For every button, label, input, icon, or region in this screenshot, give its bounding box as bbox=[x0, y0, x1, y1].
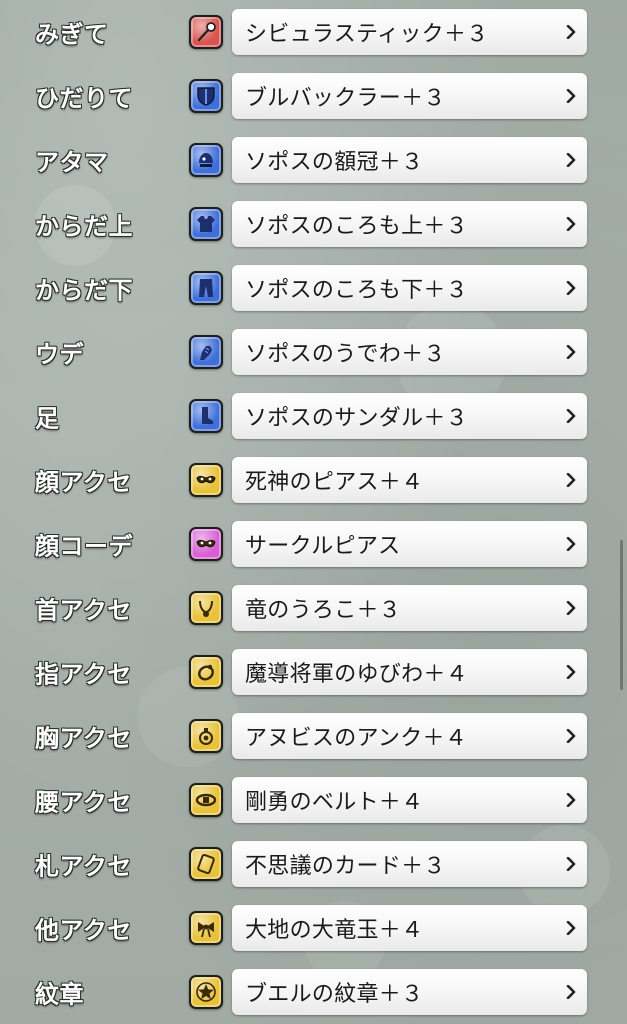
item-name: 大地の大竜玉＋４ bbox=[245, 918, 424, 943]
item-name: サークルピアス bbox=[245, 534, 401, 559]
chevron-right-icon bbox=[565, 217, 577, 231]
item-name: ソポスのうでわ＋３ bbox=[245, 342, 446, 367]
item-name: シビュラスティック＋３ bbox=[245, 22, 489, 47]
necklace-icon bbox=[189, 591, 223, 625]
item-name: 魔導将軍のゆびわ＋４ bbox=[245, 662, 469, 687]
shield-icon bbox=[189, 79, 223, 113]
item-name: ブエルの紋章＋３ bbox=[245, 982, 424, 1007]
belt-icon bbox=[189, 783, 223, 817]
chevron-right-icon bbox=[565, 409, 577, 423]
ring-icon bbox=[189, 655, 223, 689]
slot-label: 腰アクセ bbox=[35, 788, 132, 817]
equipment-row: 紋章 ブエルの紋章＋３ bbox=[0, 960, 627, 1024]
slot-label: 札アクセ bbox=[35, 852, 132, 881]
equipment-row: 足 ソポスのサンダル＋３ bbox=[0, 384, 627, 448]
item-name: ブルバックラー＋３ bbox=[245, 86, 446, 111]
equipment-item-button[interactable]: 死神のピアス＋４ bbox=[232, 457, 587, 503]
brooch-icon bbox=[189, 719, 223, 753]
chevron-right-icon bbox=[565, 153, 577, 167]
scrollbar[interactable] bbox=[620, 540, 623, 690]
equipment-item-button[interactable]: 魔導将軍のゆびわ＋４ bbox=[232, 649, 587, 695]
equipment-item-button[interactable]: ソポスの額冠＋３ bbox=[232, 137, 587, 183]
emblem-icon bbox=[189, 975, 223, 1009]
mask-icon bbox=[189, 463, 223, 497]
item-name: 竜のうろこ＋３ bbox=[245, 598, 402, 623]
shirt-icon bbox=[189, 207, 223, 241]
equipment-row: 腰アクセ 剛勇のベルト＋４ bbox=[0, 768, 627, 832]
pants-icon bbox=[189, 271, 223, 305]
item-name: アヌビスのアンク＋４ bbox=[245, 726, 468, 751]
ribbon-icon bbox=[189, 911, 223, 945]
helmet-icon bbox=[189, 143, 223, 177]
equipment-row: からだ上 ソポスのころも上＋３ bbox=[0, 192, 627, 256]
slot-label: ウデ bbox=[35, 340, 84, 369]
slot-label: アタマ bbox=[35, 148, 109, 177]
slot-label: 胸アクセ bbox=[35, 724, 132, 753]
slot-label: 顔コーデ bbox=[35, 532, 133, 561]
chevron-right-icon bbox=[565, 729, 577, 743]
equipment-item-button[interactable]: 大地の大竜玉＋４ bbox=[232, 905, 587, 951]
boots-icon bbox=[189, 399, 223, 433]
equipment-row: 他アクセ 大地の大竜玉＋４ bbox=[0, 896, 627, 960]
equipment-row: 首アクセ 竜のうろこ＋３ bbox=[0, 576, 627, 640]
equipment-row: ひだりて ブルバックラー＋３ bbox=[0, 64, 627, 128]
equipment-item-button[interactable]: サークルピアス bbox=[232, 521, 587, 567]
item-name: ソポスのころも上＋３ bbox=[245, 214, 469, 239]
equipment-item-button[interactable]: ブルバックラー＋３ bbox=[232, 73, 587, 119]
chevron-right-icon bbox=[565, 857, 577, 871]
equipment-item-button[interactable]: ソポスのころも下＋３ bbox=[232, 265, 587, 311]
equipment-item-button[interactable]: アヌビスのアンク＋４ bbox=[232, 713, 587, 759]
equipment-row: 札アクセ 不思議のカード＋３ bbox=[0, 832, 627, 896]
chevron-right-icon bbox=[565, 793, 577, 807]
gauntlet-icon bbox=[189, 335, 223, 369]
slot-label: からだ上 bbox=[35, 212, 133, 241]
slot-label: 紋章 bbox=[35, 980, 84, 1009]
equipment-row: アタマ ソポスの額冠＋３ bbox=[0, 128, 627, 192]
equipment-item-button[interactable]: シビュラスティック＋３ bbox=[232, 9, 587, 55]
equipment-row: ウデ ソポスのうでわ＋３ bbox=[0, 320, 627, 384]
item-name: 不思議のカード＋３ bbox=[245, 854, 446, 879]
chevron-right-icon bbox=[565, 345, 577, 359]
chevron-right-icon bbox=[565, 25, 577, 39]
equipment-row: 顔コーデ サークルピアス bbox=[0, 512, 627, 576]
chevron-right-icon bbox=[565, 985, 577, 999]
chevron-right-icon bbox=[565, 89, 577, 103]
chevron-right-icon bbox=[565, 665, 577, 679]
slot-label: 他アクセ bbox=[35, 916, 132, 945]
equipment-item-button[interactable]: 不思議のカード＋３ bbox=[232, 841, 587, 887]
equipment-row: からだ下 ソポスのころも下＋３ bbox=[0, 256, 627, 320]
staff-icon bbox=[189, 15, 223, 49]
equipment-item-button[interactable]: ブエルの紋章＋３ bbox=[232, 969, 587, 1015]
item-name: ソポスの額冠＋３ bbox=[245, 150, 424, 175]
card-icon bbox=[189, 847, 223, 881]
chevron-right-icon bbox=[565, 473, 577, 487]
slot-label: からだ下 bbox=[35, 276, 133, 305]
equipment-item-button[interactable]: 剛勇のベルト＋４ bbox=[232, 777, 587, 823]
equipment-row: 顔アクセ 死神のピアス＋４ bbox=[0, 448, 627, 512]
equipment-list: みぎて シビュラスティック＋３ ひだりて ブルバックラー＋３ アタマ ソポスの額冠＋３ から… bbox=[0, 0, 627, 1024]
slot-label: 顔アクセ bbox=[35, 468, 132, 497]
chevron-right-icon bbox=[565, 281, 577, 295]
chevron-right-icon bbox=[565, 601, 577, 615]
item-name: 死神のピアス＋４ bbox=[245, 470, 424, 495]
equipment-item-button[interactable]: ソポスのうでわ＋３ bbox=[232, 329, 587, 375]
slot-label: 首アクセ bbox=[35, 596, 132, 625]
equipment-row: みぎて シビュラスティック＋３ bbox=[0, 0, 627, 64]
mask-icon bbox=[189, 527, 223, 561]
equipment-row: 胸アクセ アヌビスのアンク＋４ bbox=[0, 704, 627, 768]
slot-label: 指アクセ bbox=[35, 660, 132, 689]
item-name: ソポスのころも下＋３ bbox=[245, 278, 469, 303]
equipment-item-button[interactable]: ソポスのころも上＋３ bbox=[232, 201, 587, 247]
chevron-right-icon bbox=[565, 921, 577, 935]
equipment-row: 指アクセ 魔導将軍のゆびわ＋４ bbox=[0, 640, 627, 704]
item-name: 剛勇のベルト＋４ bbox=[245, 790, 424, 815]
equipment-item-button[interactable]: ソポスのサンダル＋３ bbox=[232, 393, 587, 439]
slot-label: みぎて bbox=[35, 20, 109, 49]
slot-label: 足 bbox=[35, 404, 60, 433]
equipment-item-button[interactable]: 竜のうろこ＋３ bbox=[232, 585, 587, 631]
slot-label: ひだりて bbox=[35, 84, 133, 113]
chevron-right-icon bbox=[565, 537, 577, 551]
item-name: ソポスのサンダル＋３ bbox=[245, 406, 469, 431]
